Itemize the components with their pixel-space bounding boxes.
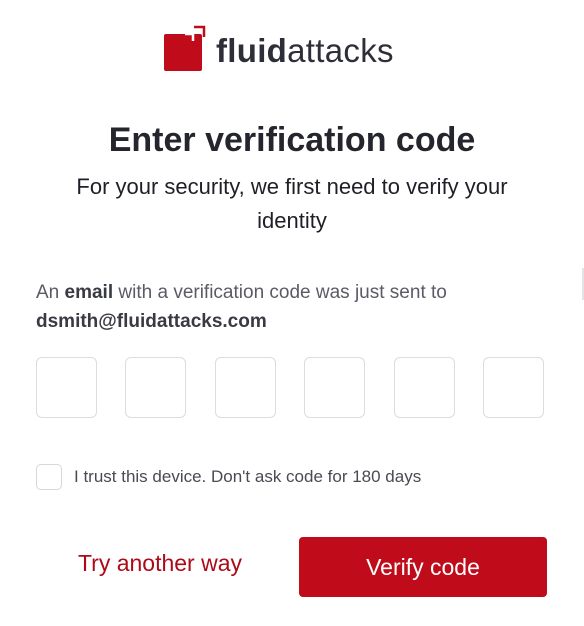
message-prefix: An — [36, 282, 60, 303]
code-digit-4[interactable] — [304, 357, 365, 418]
trust-device-label[interactable]: I trust this device. Don't ask code for … — [74, 467, 421, 487]
trust-device-option[interactable]: I trust this device. Don't ask code for … — [36, 464, 421, 490]
code-digit-5[interactable] — [394, 357, 455, 418]
message-suffix: with a verification code was just sent t… — [118, 282, 447, 303]
code-digit-6[interactable] — [483, 357, 544, 418]
verify-code-button[interactable]: Verify code — [299, 537, 547, 597]
code-digit-1[interactable] — [36, 357, 97, 418]
code-digit-2[interactable] — [125, 357, 186, 418]
try-another-way-link[interactable]: Try another way — [60, 550, 260, 577]
code-digit-3[interactable] — [215, 357, 276, 418]
page-subtitle: For your security, we first need to veri… — [76, 174, 508, 233]
fluidattacks-logo-icon — [164, 24, 210, 72]
message-email: dsmith@fluidattacks.com — [36, 311, 267, 332]
logo-wordmark-bold: fluid — [216, 31, 288, 69]
page-title: Enter verification code — [108, 121, 476, 159]
fluidattacks-logo: fluidattacks — [164, 24, 394, 72]
logo-wordmark: fluidattacks — [216, 34, 394, 67]
verification-message: An email with a verification code was ju… — [36, 278, 544, 336]
trust-device-checkbox[interactable] — [36, 464, 62, 490]
verification-code-inputs — [36, 357, 546, 420]
message-method: email — [64, 282, 114, 303]
logo-wordmark-light: attacks — [287, 31, 394, 69]
